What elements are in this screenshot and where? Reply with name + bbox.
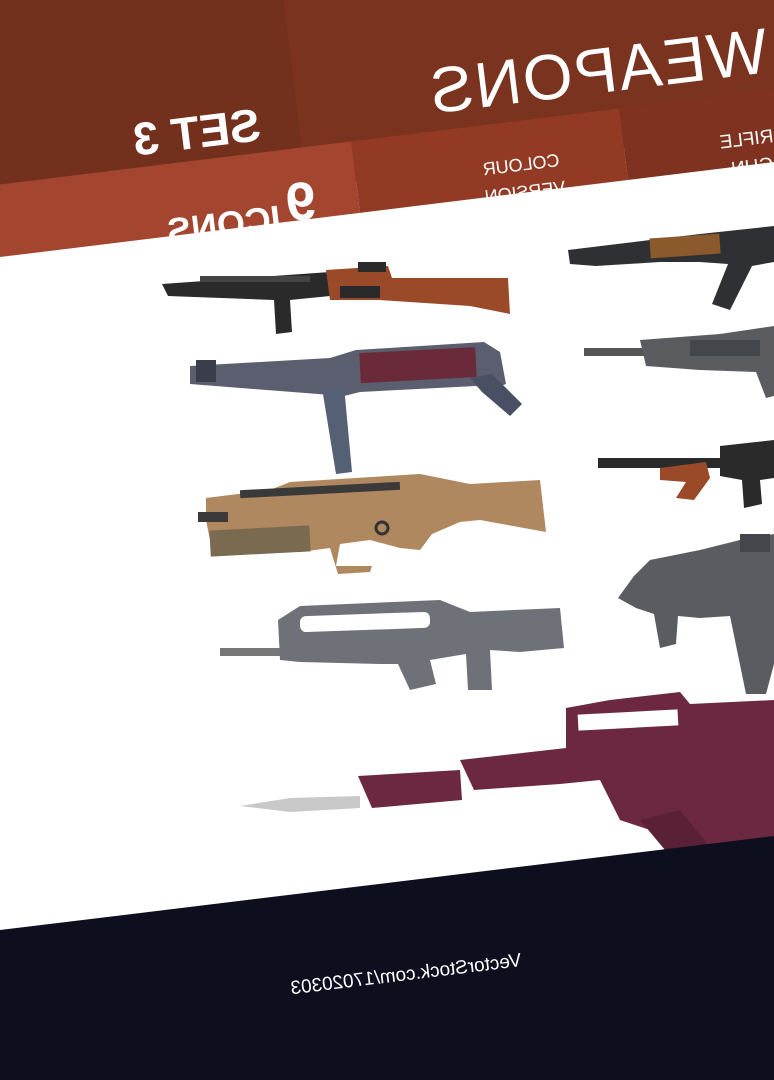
- stage: WEAPONS SET 3 9 ICONS COLOUR VERSION RIF…: [0, 0, 774, 1080]
- poster-canvas: WEAPONS SET 3 9 ICONS COLOUR VERSION RIF…: [0, 0, 774, 1080]
